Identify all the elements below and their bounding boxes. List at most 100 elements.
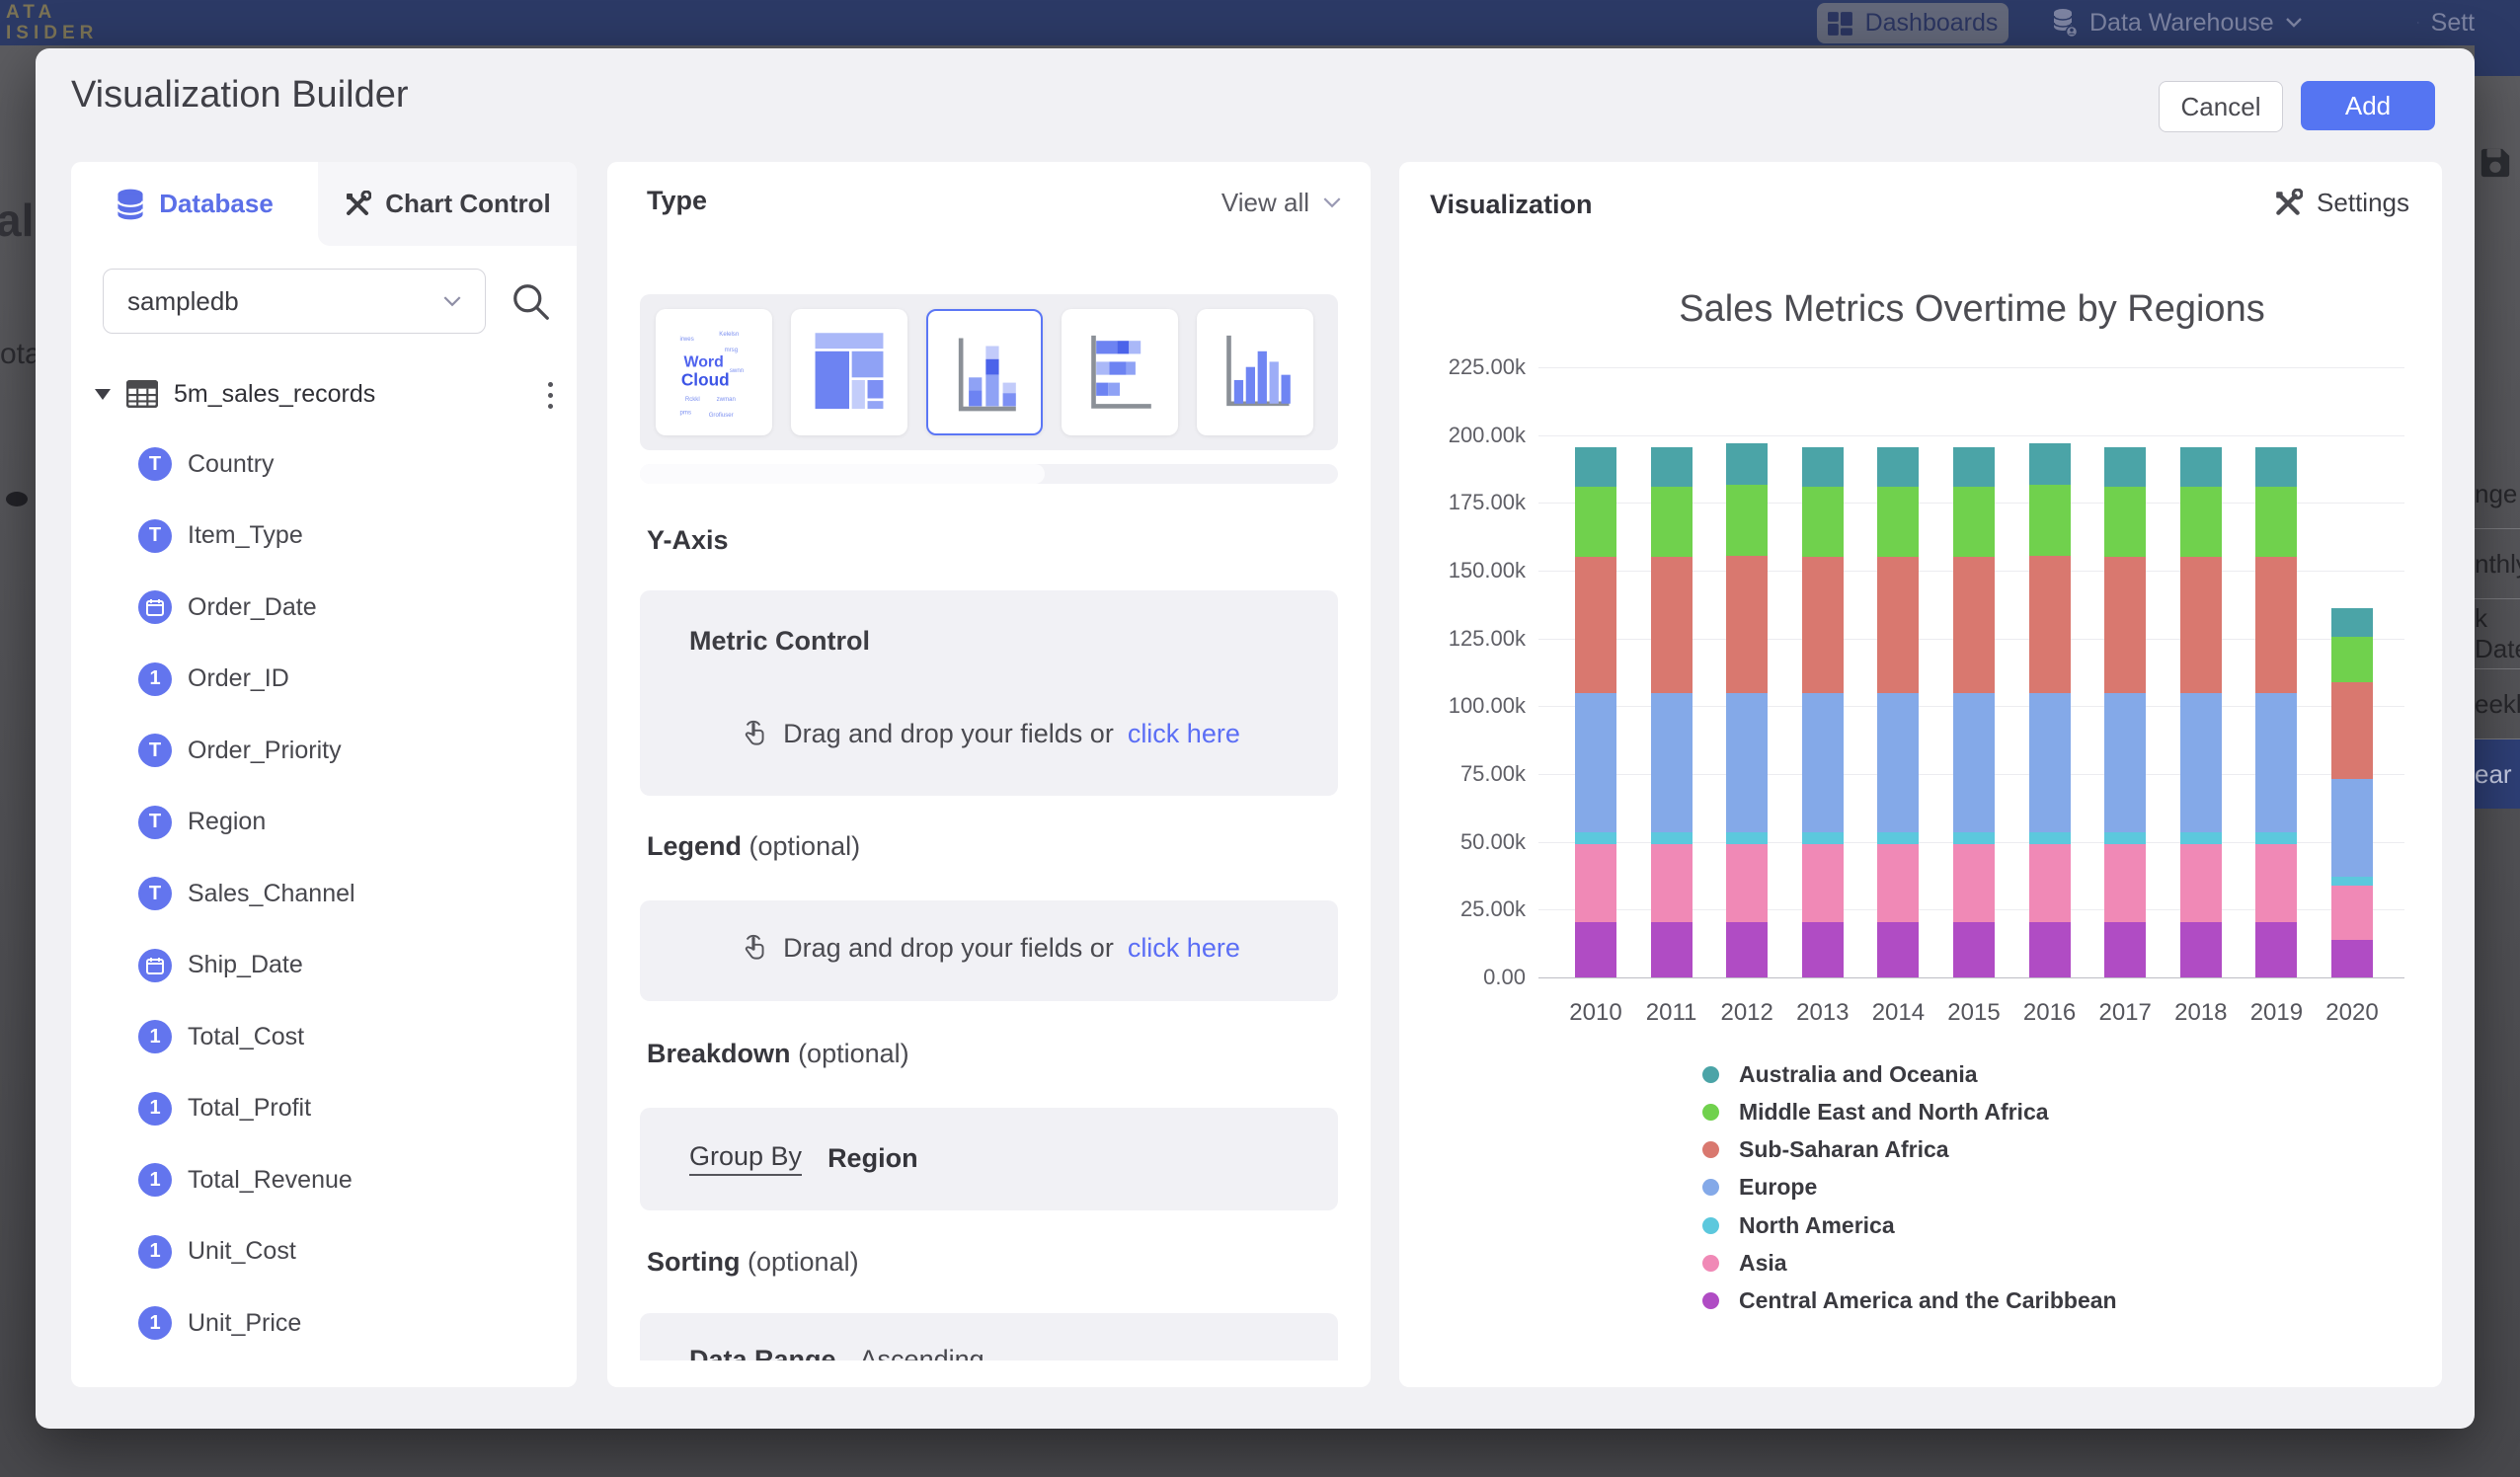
tab-chart-control[interactable]: Chart Control <box>318 162 577 246</box>
database-icon <box>116 189 145 220</box>
metric-control-dropzone[interactable]: Metric Control Drag and drop your fields… <box>640 590 1338 796</box>
field-row-total_revenue[interactable]: 1Total_Revenue <box>138 1163 353 1197</box>
bar-segment-2016 <box>2029 922 2071 977</box>
background-menu-item[interactable]: nthly <box>2475 529 2520 599</box>
bar-segment-2015 <box>1953 844 1995 921</box>
bar-segment-2013 <box>1802 557 1844 692</box>
field-row-order_priority[interactable]: TOrder_Priority <box>138 734 342 767</box>
visualization-panel: Visualization Settings Sales Metrics Ove… <box>1399 162 2442 1387</box>
sorting-direction-label[interactable]: Ascending <box>860 1345 984 1360</box>
field-row-total_cost[interactable]: 1Total_Cost <box>138 1020 304 1053</box>
background-menu-item[interactable]: ear <box>2475 739 2520 809</box>
caret-down-icon[interactable] <box>95 389 111 400</box>
metric-drop-hint: Drag and drop your fields or click here <box>640 717 1338 750</box>
database-panel: Database Chart Control sampledb <box>71 162 577 1387</box>
field-row-total_profit[interactable]: 1Total_Profit <box>138 1092 311 1126</box>
group-by-label[interactable]: Group By <box>689 1141 802 1176</box>
date-field-icon <box>138 590 172 624</box>
view-all-dropdown[interactable]: View all <box>1221 188 1341 218</box>
tab-chart-control-label: Chart Control <box>385 189 551 219</box>
background-menu-item[interactable]: eekly <box>2475 669 2520 739</box>
bar-segment-2013 <box>1802 922 1844 977</box>
field-name: Country <box>188 450 275 479</box>
bar-segment-2012 <box>1726 693 1768 832</box>
chart-type-stacked-column[interactable] <box>926 309 1043 435</box>
legend-item[interactable]: Australia and Oceania <box>1702 1055 1978 1093</box>
x-axis-tick-label: 2017 <box>2086 999 2165 1027</box>
save-icon[interactable] <box>2479 146 2512 180</box>
table-options-kebab-icon[interactable] <box>543 375 557 415</box>
legend-heading: Legend (optional) <box>647 831 860 862</box>
chart-type-stacked-bar[interactable] <box>1062 309 1178 435</box>
field-row-order_date[interactable]: Order_Date <box>138 590 317 624</box>
bar-segment-2020 <box>2331 682 2373 780</box>
bar-segment-2015 <box>1953 487 1995 557</box>
y-axis-tick-label: 50.00k <box>1399 829 1526 855</box>
tools-icon <box>2273 189 2303 218</box>
field-name: Unit_Cost <box>188 1237 296 1266</box>
bar-segment-2020 <box>2331 637 2373 681</box>
x-axis-tick-label: 2016 <box>2010 999 2089 1027</box>
group-by-row[interactable]: Group By Region <box>689 1141 918 1176</box>
chart-type-histogram[interactable] <box>1197 309 1313 435</box>
logo-line-2: ISIDER <box>6 23 98 43</box>
click-here-link[interactable]: click here <box>1128 933 1240 964</box>
database-select[interactable]: sampledb <box>103 269 486 334</box>
field-row-ship_date[interactable]: Ship_Date <box>138 949 303 982</box>
bar-segment-2012 <box>1726 922 1768 977</box>
field-row-sales_channel[interactable]: TSales_Channel <box>138 877 355 910</box>
legend-dropzone[interactable]: Drag and drop your fields or click here <box>640 900 1338 1001</box>
sorting-row[interactable]: Data Range Ascending <box>689 1345 984 1360</box>
bar-segment-2014 <box>1877 844 1919 921</box>
chart-type-word-cloud[interactable]: WordCloudirwesKelelsnmrsgswnnRckklzwmanp… <box>656 309 772 435</box>
legend-item[interactable]: Middle East and North Africa <box>1702 1093 2049 1130</box>
field-row-country[interactable]: TCountry <box>138 447 275 481</box>
legend-optional-label: (optional) <box>749 831 861 861</box>
nav-data-warehouse[interactable]: Data Warehouse <box>2052 0 2302 45</box>
sorting-field-label[interactable]: Data Range <box>689 1345 836 1360</box>
group-by-value[interactable]: Region <box>827 1143 918 1174</box>
legend-item-label: Middle East and North Africa <box>1739 1099 2049 1126</box>
bar-segment-2012 <box>1726 485 1768 555</box>
table-tree-row[interactable]: 5m_sales_records <box>95 371 375 417</box>
x-axis-tick-label: 2010 <box>1556 999 1635 1027</box>
y-axis-tick-label: 225.00k <box>1399 354 1526 380</box>
field-row-order_id[interactable]: 1Order_ID <box>138 662 289 696</box>
number-field-icon: 1 <box>138 1306 172 1340</box>
legend-item[interactable]: Central America and the Caribbean <box>1702 1283 2117 1320</box>
x-axis-tick-label: 2013 <box>1783 999 1862 1027</box>
background-menu-item[interactable]: nge <box>2475 459 2520 529</box>
horizontal-scrollbar[interactable] <box>640 464 1338 484</box>
add-button[interactable]: Add <box>2301 81 2435 130</box>
legend-item[interactable]: Europe <box>1702 1169 1817 1206</box>
bar-segment-2016 <box>2029 443 2071 486</box>
metric-control-title: Metric Control <box>689 626 870 657</box>
svg-text:irwes: irwes <box>680 336 694 343</box>
field-row-region[interactable]: TRegion <box>138 806 266 839</box>
chart-type-treemap[interactable] <box>791 309 907 435</box>
field-row-item_type[interactable]: TItem_Type <box>138 519 303 553</box>
nav-dashboards[interactable]: Dashboards <box>1817 3 2008 43</box>
legend-color-dot <box>1702 1292 1719 1309</box>
bar-segment-2020 <box>2331 886 2373 940</box>
legend-item-label: North America <box>1739 1212 1895 1239</box>
legend-item[interactable]: Asia <box>1702 1245 1787 1283</box>
number-field-icon: 1 <box>138 1163 172 1197</box>
cancel-button[interactable]: Cancel <box>2159 81 2283 132</box>
bar-segment-2015 <box>1953 557 1995 692</box>
bar-segment-2018 <box>2180 832 2222 844</box>
tab-database[interactable]: Database <box>71 162 318 246</box>
background-menu-item[interactable]: k Date <box>2475 599 2520 669</box>
chevron-down-icon <box>443 296 461 307</box>
search-icon[interactable] <box>512 282 551 322</box>
treemap-icon <box>810 320 889 425</box>
field-row-unit_price[interactable]: 1Unit_Price <box>138 1306 301 1340</box>
gridline <box>1538 367 2404 368</box>
legend-item[interactable]: North America <box>1702 1206 1895 1244</box>
background-bullet-dot <box>6 492 28 506</box>
chart-settings-button[interactable]: Settings <box>2273 188 2409 218</box>
bar-segment-2012 <box>1726 832 1768 844</box>
field-row-unit_cost[interactable]: 1Unit_Cost <box>138 1235 296 1269</box>
legend-item[interactable]: Sub-Saharan Africa <box>1702 1131 1949 1169</box>
click-here-link[interactable]: click here <box>1128 719 1240 749</box>
